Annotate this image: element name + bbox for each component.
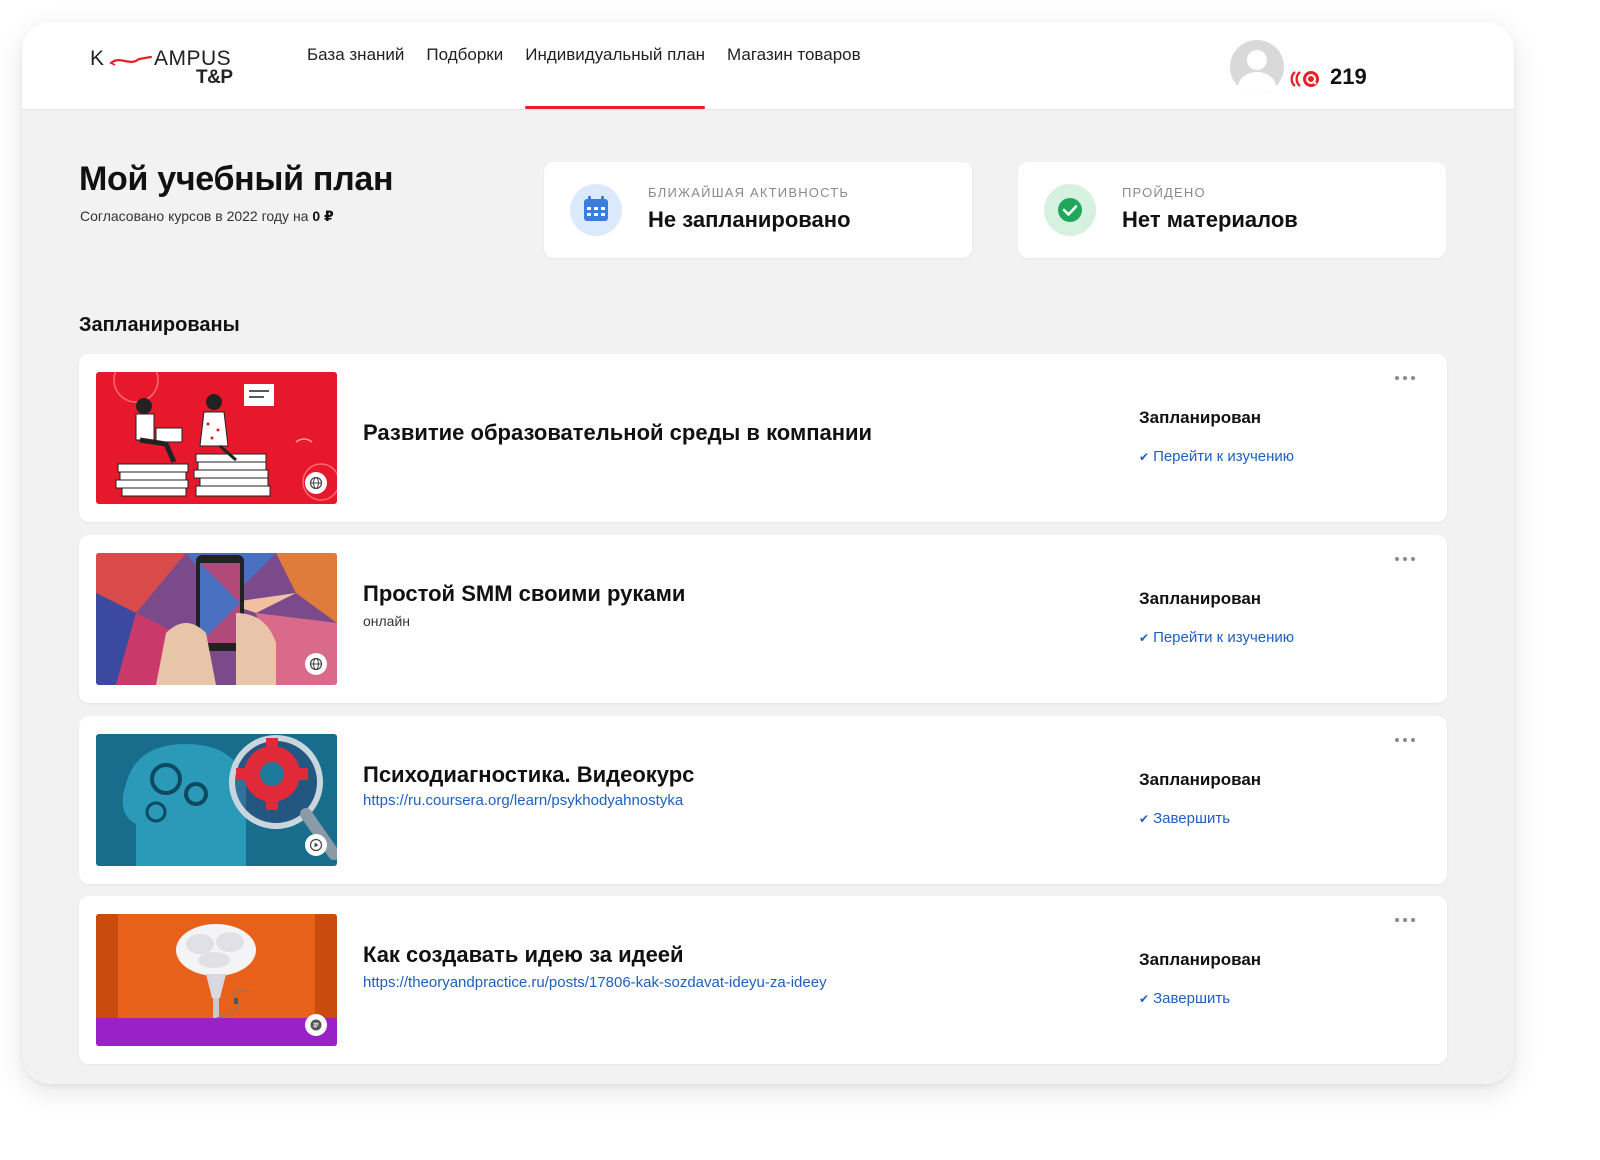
completed-caption: Пройдено	[1122, 185, 1206, 200]
next-activity-caption: Ближайшая активность	[648, 185, 850, 200]
course-status: Запланирован	[1139, 589, 1262, 608]
check-icon: ✔	[1139, 811, 1150, 826]
course-thumbnail[interactable]	[96, 372, 337, 504]
more-options-icon[interactable]	[1389, 732, 1421, 748]
nav-individual-plan[interactable]: Индивидуальный план	[525, 22, 705, 109]
course-card[interactable]: Психодиагностика. Видеокурс https://ru.c…	[79, 716, 1447, 884]
course-title[interactable]: Простой SMM своими руками	[363, 581, 685, 607]
completed-value: Нет материалов	[1122, 207, 1298, 232]
go-to-study-link[interactable]: ✔ Перейти к изучению	[1139, 448, 1294, 465]
nav-collections[interactable]: Подборки	[426, 22, 503, 99]
course-title[interactable]: Психодиагностика. Видеокурс	[363, 762, 694, 788]
complete-link[interactable]: ✔ Завершить	[1139, 810, 1230, 827]
logo-swoosh-icon	[109, 55, 153, 66]
course-card[interactable]: Как создавать идею за идеей https://theo…	[79, 896, 1447, 1064]
globe-icon	[305, 653, 327, 675]
coin-icon	[1290, 71, 1319, 87]
course-title[interactable]: Как создавать идею за идеей	[363, 942, 684, 968]
calendar-icon	[570, 184, 622, 236]
user-avatar-icon[interactable]	[1230, 40, 1284, 94]
course-status: Запланирован	[1139, 950, 1262, 969]
course-card[interactable]: Простой SMM своими руками онлайн Заплани…	[79, 535, 1447, 703]
logo-text-k: K	[90, 47, 106, 70]
check-circle-icon	[1044, 184, 1096, 236]
budget-label: Согласовано курсов в 2022 году на	[80, 208, 313, 224]
completed-card: Пройдено Нет материалов	[1018, 162, 1446, 258]
check-icon: ✔	[1139, 449, 1150, 464]
play-icon	[305, 834, 327, 856]
action-label: Завершить	[1153, 810, 1231, 827]
section-title-planned: Запланированы	[79, 314, 240, 336]
course-url-link[interactable]: https://theoryandpractice.ru/posts/17806…	[363, 974, 827, 991]
course-status: Запланирован	[1139, 770, 1262, 789]
app-window: K AMPUS T&P База знаний Подборки Индивид…	[22, 22, 1514, 1084]
budget-value: 0 ₽	[312, 208, 334, 224]
check-icon: ✔	[1139, 991, 1150, 1006]
top-header: K AMPUS T&P База знаний Подборки Индивид…	[22, 22, 1514, 110]
avatar-body	[1238, 72, 1276, 94]
coin-balance[interactable]: 219	[1330, 64, 1367, 90]
main-nav: База знаний Подборки Индивидуальный план…	[307, 22, 861, 110]
next-activity-value: Не запланировано	[648, 207, 851, 232]
action-label: Завершить	[1153, 990, 1231, 1007]
more-options-icon[interactable]	[1389, 551, 1421, 567]
course-url-link[interactable]: https://ru.coursera.org/learn/psykhodyah…	[363, 792, 683, 809]
complete-link[interactable]: ✔ Завершить	[1139, 990, 1230, 1007]
more-options-icon[interactable]	[1389, 370, 1421, 386]
course-thumbnail[interactable]	[96, 914, 337, 1046]
go-to-study-link[interactable]: ✔ Перейти к изучению	[1139, 629, 1294, 646]
budget-text: Согласовано курсов в 2022 году на 0 ₽	[80, 208, 334, 225]
avatar-head	[1247, 50, 1267, 70]
course-title[interactable]: Развитие образовательной среды в компани…	[363, 420, 872, 446]
kampus-logo[interactable]: K AMPUS T&P	[90, 47, 250, 91]
article-icon	[305, 1014, 327, 1036]
course-thumbnail[interactable]	[96, 734, 337, 866]
course-format: онлайн	[363, 613, 411, 629]
nav-knowledge-base[interactable]: База знаний	[307, 22, 404, 99]
action-label: Перейти к изучению	[1153, 629, 1295, 646]
logo-text-tp: T&P	[196, 67, 233, 88]
globe-icon	[305, 472, 327, 494]
course-status: Запланирован	[1139, 408, 1262, 427]
course-thumbnail[interactable]	[96, 553, 337, 685]
course-card[interactable]: Развитие образовательной среды в компани…	[79, 354, 1447, 522]
action-label: Перейти к изучению	[1153, 448, 1295, 465]
check-icon: ✔	[1139, 630, 1150, 645]
more-options-icon[interactable]	[1389, 912, 1421, 928]
nav-shop[interactable]: Магазин товаров	[727, 22, 861, 99]
page-title: Мой учебный план	[79, 160, 394, 198]
next-activity-card: Ближайшая активность Не запланировано	[544, 162, 972, 258]
